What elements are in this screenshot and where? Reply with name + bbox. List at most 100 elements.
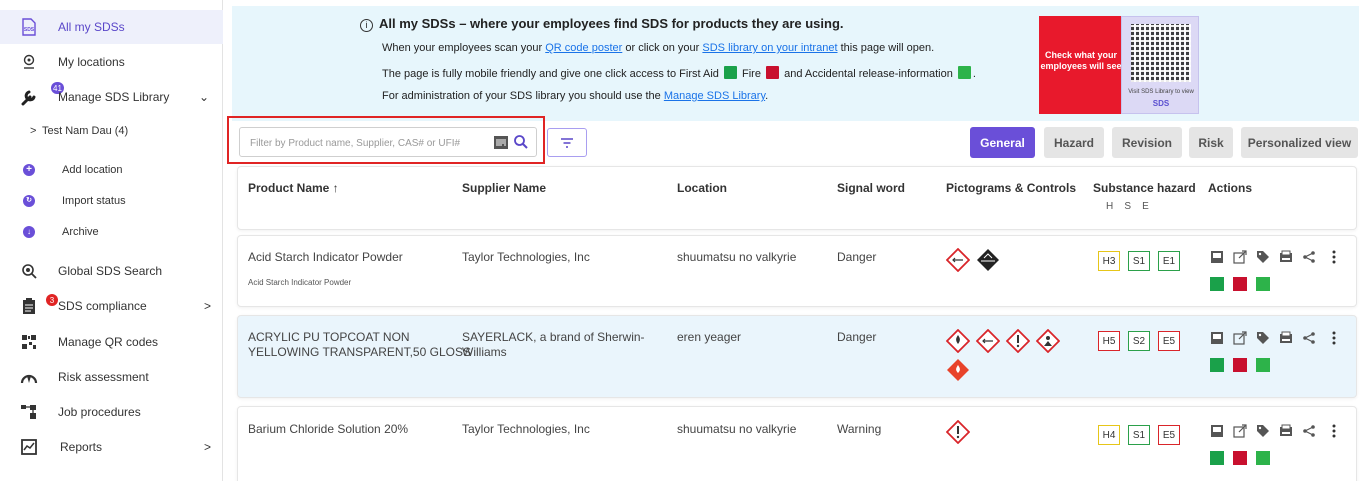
print-label-icon[interactable] (1279, 424, 1293, 438)
hazard-s-box: S1 (1128, 425, 1150, 445)
product-name[interactable]: ACRYLIC PU TOPCOAT NON YELLOWING TRANSPAR… (248, 330, 471, 360)
supplier-name: SAYERLACK, a brand of Sherwin- Williams (462, 330, 645, 359)
location: eren yeager (677, 330, 742, 344)
sidebar-item-test-nam-dau[interactable]: > Test Nam Dau (4) (0, 114, 223, 148)
sidebar-item-import-status[interactable]: ↻ Import status (0, 184, 223, 218)
supplier-name: Taylor Technologies, Inc (462, 250, 590, 264)
pdf-icon[interactable] (1210, 331, 1224, 345)
fire-icon[interactable] (1233, 451, 1247, 465)
banner-title: i All my SDSs – where your employees find… (360, 16, 844, 32)
open-external-icon[interactable] (1233, 331, 1247, 345)
tab-personalized-view[interactable]: Personalized view (1241, 127, 1358, 158)
sidebar-item-risk-assessment[interactable]: Risk assessment (0, 360, 223, 394)
tag-icon[interactable] (1256, 424, 1270, 438)
print-label-icon[interactable] (1279, 331, 1293, 345)
sidebar-item-label: Global SDS Search (58, 264, 163, 278)
table-row[interactable]: ACRYLIC PU TOPCOAT NON YELLOWING TRANSPAR… (237, 315, 1357, 398)
ghs-exclamation-icon (946, 420, 970, 444)
column-header-supplier[interactable]: Supplier Name (462, 181, 546, 195)
hazard-e-box: E5 (1158, 331, 1180, 351)
sidebar-item-label: Add location (62, 164, 123, 176)
qr-poster-preview[interactable]: Visit SDS Library to view SDS (1121, 16, 1199, 114)
job-procedures-icon (20, 403, 38, 421)
open-external-icon[interactable] (1233, 250, 1247, 264)
fire-icon[interactable] (1233, 277, 1247, 291)
flammable-liquid-icon (947, 359, 969, 381)
column-header-substance-hazard[interactable]: Substance hazard (1093, 181, 1196, 195)
sidebar-item-manage-sds-library[interactable]: 41 Manage SDS Library ⌄ (0, 80, 223, 114)
table-row[interactable]: Barium Chloride Solution 20% Taylor Tech… (237, 406, 1357, 481)
more-options-icon[interactable] (1332, 424, 1336, 438)
chevron-down-icon: ⌄ (198, 90, 209, 104)
first-aid-icon[interactable] (1210, 358, 1224, 372)
promo-check-employees[interactable]: Check what your employees will see (1039, 16, 1123, 114)
sidebar-item-manage-qr-codes[interactable]: Manage QR codes (0, 325, 223, 359)
hazard-s-box: S2 (1128, 331, 1150, 351)
fire-icon (766, 66, 780, 79)
hazard-h-box: H4 (1098, 425, 1120, 445)
hazard-e-box: E1 (1158, 251, 1180, 271)
sidebar-item-add-location[interactable]: + Add location (0, 153, 223, 187)
sidebar-item-label: Risk assessment (58, 370, 149, 384)
sidebar-item-label: All my SDSs (58, 20, 125, 34)
share-icon[interactable] (1302, 250, 1316, 264)
import-status-icon: ↻ (20, 192, 38, 210)
sidebar-item-all-my-sdss[interactable]: SDS All my SDSs (0, 10, 223, 44)
qr-code-overlay (1131, 24, 1191, 82)
pdf-icon[interactable] (1210, 250, 1224, 264)
sidebar-item-my-locations[interactable]: My locations (0, 45, 223, 79)
more-options-icon[interactable] (1332, 250, 1336, 264)
accidental-release-icon[interactable] (1256, 277, 1270, 291)
column-subheader-hse: H S E (1106, 201, 1149, 212)
sidebar-item-archive[interactable]: ↓ Archive (0, 215, 223, 249)
product-name[interactable]: Barium Chloride Solution 20% (248, 422, 408, 437)
table-row[interactable]: Acid Starch Indicator Powder Acid Starch… (237, 235, 1357, 307)
tag-icon[interactable] (1256, 250, 1270, 264)
tab-revision[interactable]: Revision (1112, 127, 1182, 158)
column-header-product-name[interactable]: Product Name ↑ (248, 181, 339, 195)
column-header-actions: Actions (1208, 181, 1253, 195)
ghs-flammable-icon (946, 329, 970, 353)
more-options-icon[interactable] (1332, 331, 1336, 345)
share-icon[interactable] (1302, 424, 1316, 438)
accidental-release-icon[interactable] (1256, 358, 1270, 372)
barcode-scan-icon[interactable] (494, 136, 508, 149)
sidebar-item-sds-compliance[interactable]: 3 SDS compliance > (0, 289, 223, 323)
notification-badge: 3 (46, 294, 58, 306)
column-header-pictograms[interactable]: Pictograms & Controls (946, 181, 1076, 195)
first-aid-icon[interactable] (1210, 451, 1224, 465)
tab-hazard[interactable]: Hazard (1044, 127, 1104, 158)
search-icon[interactable] (513, 134, 529, 150)
sidebar-item-job-procedures[interactable]: Job procedures (0, 395, 223, 429)
search-input[interactable] (250, 134, 490, 152)
banner-line-1: When your employees scan your QR code po… (382, 42, 935, 54)
sidebar-item-global-sds-search[interactable]: Global SDS Search (0, 254, 223, 288)
product-name[interactable]: Acid Starch Indicator Powder (248, 250, 403, 265)
qr-code-poster-link[interactable]: QR code poster (545, 42, 622, 54)
global-search-icon (20, 262, 38, 280)
tab-risk[interactable]: Risk (1189, 127, 1233, 158)
pdf-icon[interactable] (1210, 424, 1224, 438)
banner-line-2: The page is fully mobile friendly and gi… (382, 66, 976, 80)
info-icon: i (360, 19, 373, 32)
filter-button[interactable] (547, 128, 587, 157)
share-icon[interactable] (1302, 331, 1316, 345)
filter-icon (561, 137, 573, 148)
tag-icon[interactable] (1256, 331, 1270, 345)
tab-general[interactable]: General (970, 127, 1035, 158)
sds-library-intranet-link[interactable]: SDS library on your intranet (702, 42, 837, 54)
column-header-signal-word[interactable]: Signal word (837, 181, 905, 195)
wrench-icon: 41 (20, 82, 64, 106)
manage-sds-library-link[interactable]: Manage SDS Library (664, 90, 765, 102)
ghs-irritant-icon (976, 329, 1000, 353)
sidebar-item-reports[interactable]: Reports > (0, 430, 223, 464)
product-subtitle: Acid Starch Indicator Powder (248, 278, 352, 287)
first-aid-icon[interactable] (1210, 277, 1224, 291)
column-header-location[interactable]: Location (677, 181, 727, 195)
open-external-icon[interactable] (1233, 424, 1247, 438)
accidental-release-icon[interactable] (1256, 451, 1270, 465)
fire-icon[interactable] (1233, 358, 1247, 372)
table-header: Product Name ↑ Supplier Name Location Si… (237, 166, 1357, 230)
print-label-icon[interactable] (1279, 250, 1293, 264)
sidebar-item-label: Test Nam Dau (4) (42, 125, 129, 137)
